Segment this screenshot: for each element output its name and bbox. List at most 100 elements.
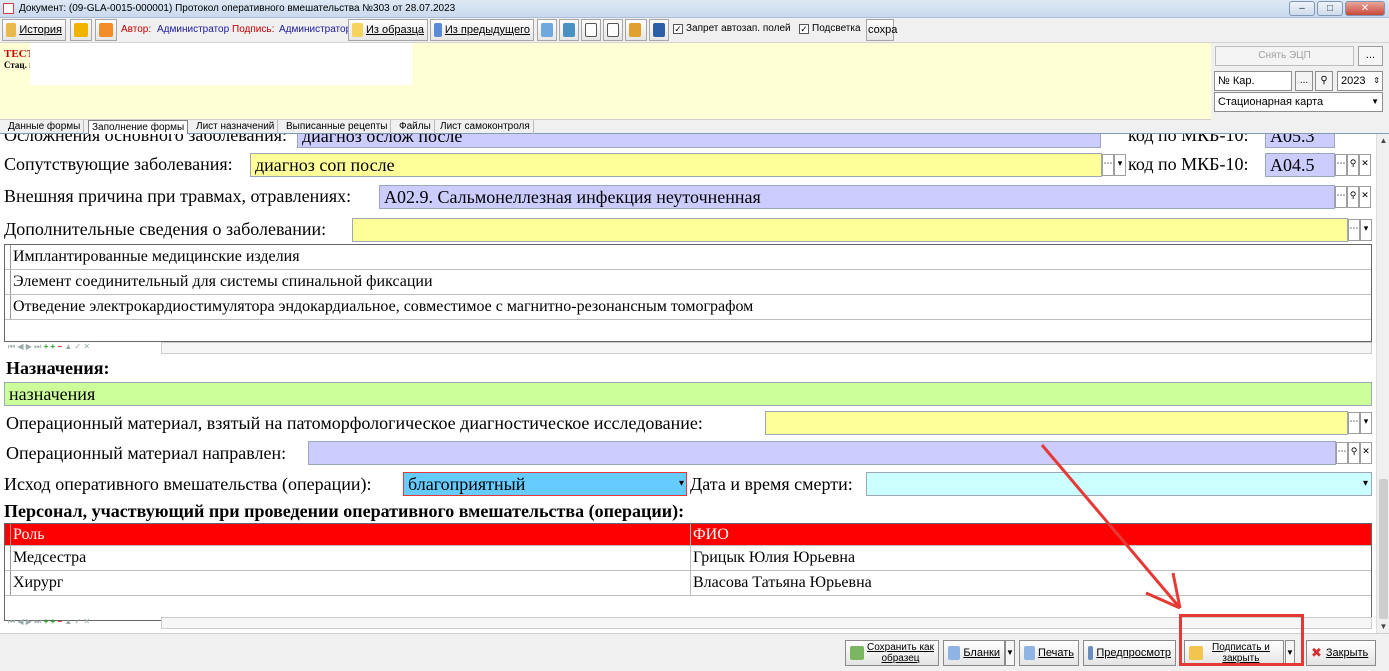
chevron-down-icon[interactable]: ▾ — [1114, 154, 1126, 176]
from-previous-button[interactable]: Из предыдущего — [430, 19, 534, 41]
column-role[interactable]: Роль — [13, 524, 45, 545]
concomitant-mkb-label: код по МКБ-10: — [1128, 154, 1249, 174]
print-button[interactable]: Печать — [1019, 640, 1079, 666]
column-name[interactable]: ФИО — [693, 524, 729, 545]
pen-cross-icon — [99, 23, 113, 37]
text-style-button[interactable] — [603, 19, 623, 41]
ellipsis-button[interactable]: ⋯ — [1335, 154, 1347, 176]
additional-info-field[interactable] — [352, 218, 1348, 242]
forms-button[interactable]: Бланки — [943, 640, 1005, 666]
ellipsis-button[interactable]: ⋯ — [1335, 186, 1347, 208]
minimize-button[interactable]: – — [1289, 1, 1315, 16]
table-header: Роль ФИО — [5, 524, 1371, 546]
concomitant-label: Сопутствующие заболевания: — [4, 154, 233, 174]
table-row[interactable]: Имплантированные медицинские изделия — [5, 245, 1371, 270]
card-panel: Снять ЭЦП ... № Кар. ... ⚲ 2023 ⇕ Стацио… — [1211, 43, 1389, 120]
highlight-checkbox[interactable]: ✓ Подсветка — [799, 23, 861, 34]
navigator-icons[interactable]: ⏮ ◀ ▶ ⏭ + + − ▲ ✓ ✕ — [8, 617, 90, 627]
text-style-icon — [607, 23, 619, 37]
search-icon[interactable]: ⚲ — [1348, 442, 1360, 464]
window-close-button[interactable]: ✕ — [1345, 1, 1385, 16]
ellipsis-button[interactable]: ⋯ — [1336, 442, 1348, 464]
chevron-down-icon: ▼ — [1006, 648, 1014, 657]
ellipsis-button[interactable]: ⋯ — [1348, 412, 1360, 434]
save-as-template-button[interactable]: Сохранить как образец — [845, 640, 939, 666]
form-content: Осложнения основного заболевания: диагно… — [0, 134, 1376, 633]
ellipsis-button[interactable]: ⋯ — [1102, 154, 1114, 176]
window-titlebar: Документ: (09-GLA-0015-000001) Протокол … — [0, 0, 1389, 18]
card-type-select[interactable]: Стационарная карта ▼ — [1214, 92, 1383, 112]
grid-navigator[interactable]: ⏮ ◀ ▶ ⏭ + + − ▲ ✓ ✕ — [4, 340, 1372, 355]
more-button[interactable]: ... — [1358, 46, 1383, 66]
table-row[interactable]: Элемент соединительный для системы спина… — [5, 270, 1371, 295]
complications-mkb-field[interactable]: A05.3 — [1265, 134, 1335, 148]
author-value: Администратор — [157, 24, 230, 35]
table-row[interactable]: Хирург Власова Татьяна Юрьевна — [5, 571, 1371, 596]
death-datetime-field[interactable]: ▾ — [866, 472, 1372, 496]
horizontal-scrollbar[interactable] — [161, 342, 1372, 354]
forms-dropdown-button[interactable]: ▼ — [1005, 640, 1015, 666]
year-field[interactable]: 2023 ⇕ — [1337, 71, 1383, 91]
spin-icon[interactable]: ⇕ — [1373, 72, 1380, 90]
scroll-up-icon[interactable]: ▲ — [1378, 135, 1389, 146]
history-button[interactable]: История — [2, 19, 66, 41]
table-row[interactable]: Отведение электрокардиостимулятора эндок… — [5, 295, 1371, 320]
pointer-button[interactable] — [559, 19, 579, 41]
search-icon[interactable]: ⚲ — [1347, 186, 1359, 208]
search-icon[interactable]: ⚲ — [1347, 154, 1359, 176]
close-button[interactable]: ✖ Закрыть — [1306, 640, 1376, 666]
autofill-ban-checkbox[interactable]: ✓ Запрет автозап. полей — [673, 23, 791, 34]
death-label: Дата и время смерти: — [690, 474, 853, 494]
complications-mkb-label: код по МКБ-10: — [1128, 134, 1249, 145]
tab-form-data[interactable]: Данные формы — [5, 120, 85, 134]
tab-prescriptions[interactable]: Лист назначений — [193, 120, 279, 134]
chevron-down-icon[interactable]: ▾ — [1360, 412, 1372, 434]
clear-button[interactable] — [625, 19, 647, 41]
prescriptions-field[interactable]: назначения — [4, 382, 1372, 406]
signature-label: Подпись: — [232, 24, 275, 35]
scroll-thumb[interactable] — [1379, 479, 1388, 619]
save-template-icon — [850, 646, 864, 660]
preview-button[interactable]: Предпросмотр — [1083, 640, 1176, 666]
refresh-button[interactable] — [537, 19, 557, 41]
text-a-button[interactable] — [581, 19, 601, 41]
check-icon: ✓ — [799, 23, 809, 34]
remove-ecp-button[interactable]: Снять ЭЦП — [1215, 46, 1354, 66]
complications-field[interactable]: диагноз ослож после — [297, 134, 1101, 148]
staff-heading: Персонал, участвующий при проведении опе… — [4, 501, 685, 521]
vertical-scrollbar[interactable]: ▲ ▼ — [1376, 134, 1389, 633]
card-select-button[interactable]: ... — [1295, 71, 1313, 91]
table-row[interactable]: Медсестра Грицык Юлия Юрьевна — [5, 546, 1371, 571]
tab-recipes[interactable]: Выписанные рецепты — [283, 120, 392, 134]
lock-button[interactable] — [70, 19, 92, 41]
card-number-field[interactable]: № Кар. — [1214, 71, 1292, 91]
tab-self-control[interactable]: Лист самоконтроля — [437, 120, 534, 134]
tab-files[interactable]: Файлы — [396, 120, 435, 134]
save-button[interactable]: сохра — [866, 19, 897, 41]
close-icon[interactable]: ✕ — [1359, 154, 1371, 176]
refresh-icon — [541, 23, 553, 37]
copy-previous-icon — [434, 23, 442, 37]
close-icon[interactable]: ✕ — [1359, 186, 1371, 208]
broom-icon — [629, 23, 641, 37]
concomitant-field[interactable]: диагноз соп после — [250, 153, 1102, 177]
card-search-button[interactable]: ⚲ — [1315, 71, 1333, 91]
external-cause-field[interactable]: A02.9. Сальмонеллезная инфекция неуточне… — [379, 185, 1335, 209]
signature-value: Администратор — [279, 24, 352, 35]
remove-signature-button[interactable] — [95, 19, 117, 41]
close-icon[interactable]: ✕ — [1360, 442, 1372, 464]
chevron-down-icon[interactable]: ▾ — [1360, 219, 1372, 241]
material-sent-field[interactable] — [308, 441, 1336, 465]
concomitant-mkb-field[interactable]: A04.5 — [1265, 153, 1335, 177]
from-template-button[interactable]: Из образца — [348, 19, 428, 41]
ellipsis-button[interactable]: ⋯ — [1348, 219, 1360, 241]
maximize-button[interactable]: □ — [1317, 1, 1343, 16]
scroll-down-icon[interactable]: ▼ — [1378, 621, 1389, 632]
material-taken-field[interactable] — [765, 411, 1348, 435]
staff-grid: Роль ФИО Медсестра Грицык Юлия Юрьевна Х… — [4, 523, 1372, 621]
navigator-icons[interactable]: ⏮ ◀ ▶ ⏭ + + − ▲ ✓ ✕ — [8, 342, 90, 352]
grid-navigator[interactable]: ⏮ ◀ ▶ ⏭ + + − ▲ ✓ ✕ — [4, 615, 1372, 630]
tab-form-fill[interactable]: Заполнение формы — [88, 120, 189, 134]
help-button[interactable] — [649, 19, 669, 41]
outcome-select[interactable]: благоприятный ▾ — [403, 472, 687, 496]
